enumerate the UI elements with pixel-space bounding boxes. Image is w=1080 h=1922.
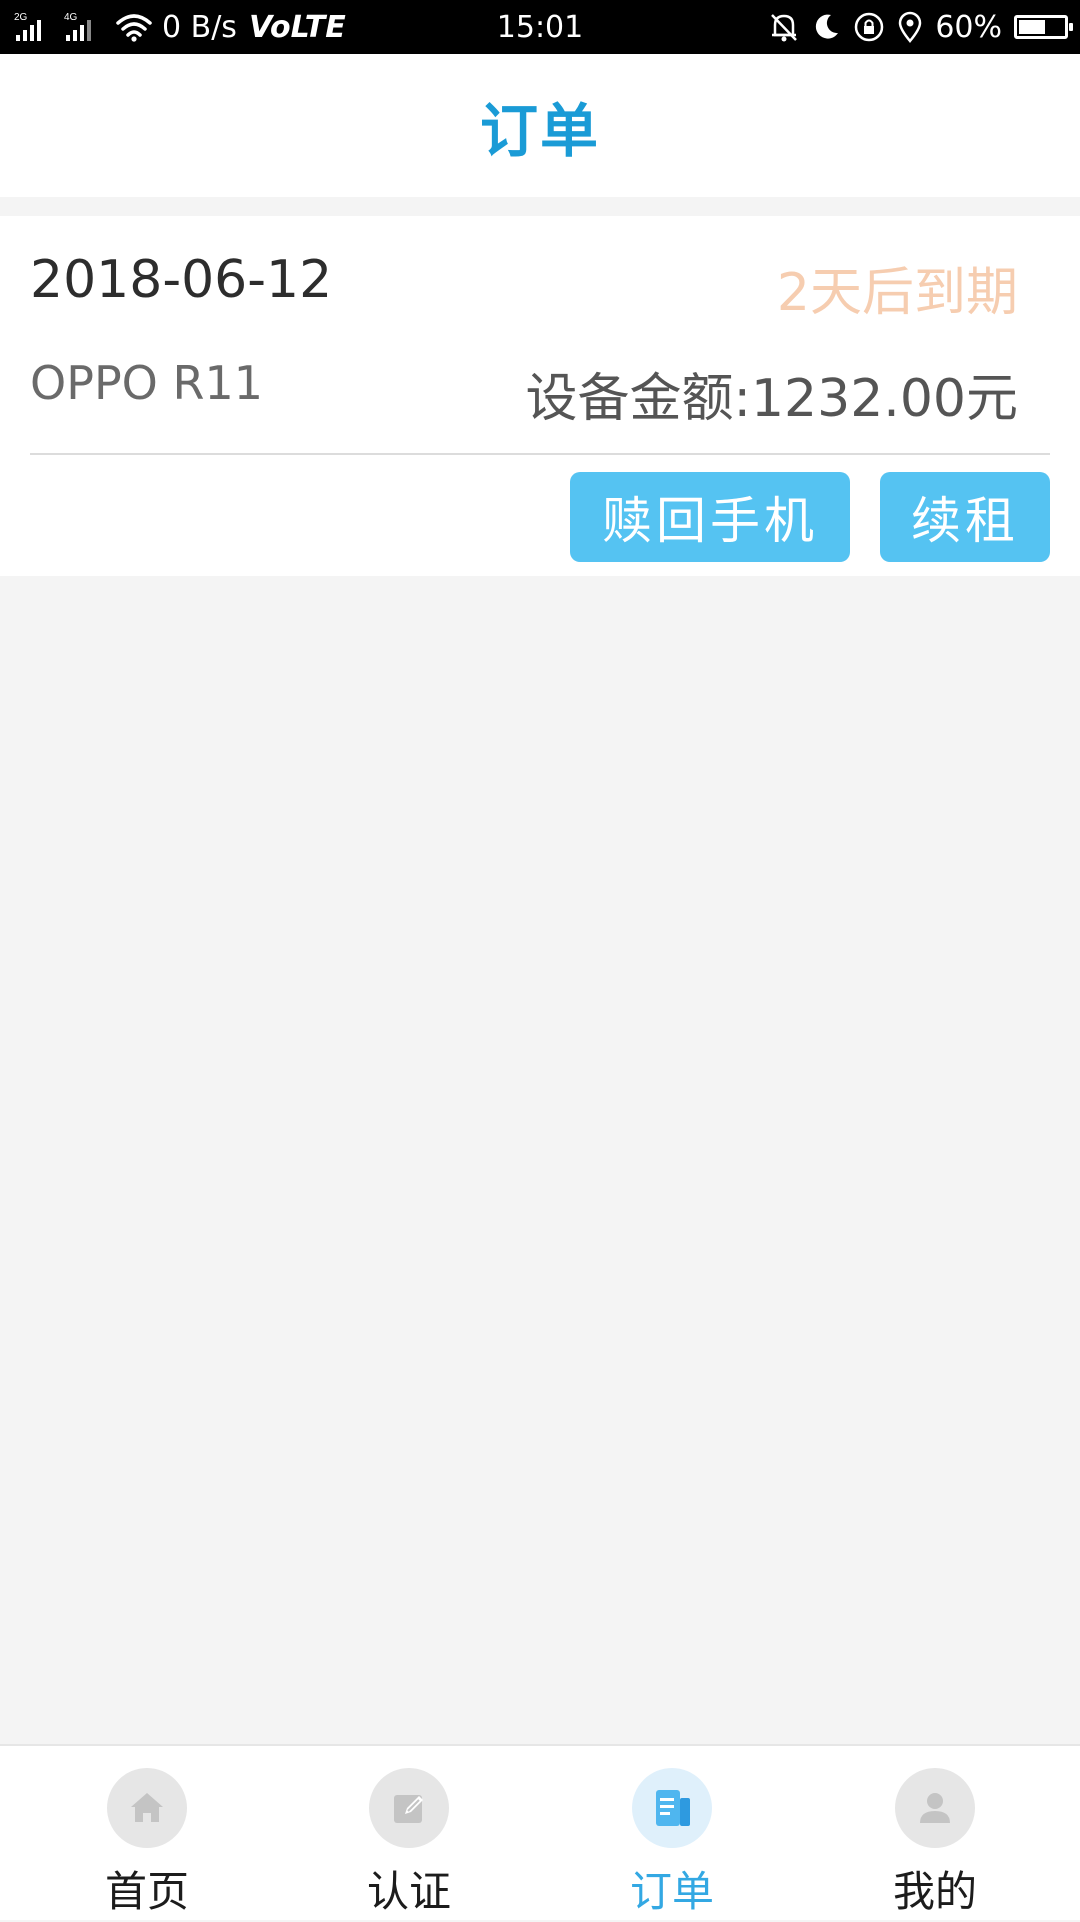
- user-icon: [920, 1793, 950, 1823]
- nav-item-mine[interactable]: 我的: [800, 1746, 1070, 1922]
- rotation-lock-icon: [855, 12, 884, 42]
- renew-lease-button[interactable]: 续租: [880, 472, 1050, 562]
- edit-icon: [394, 1795, 423, 1823]
- nav-item-orders[interactable]: 订单: [537, 1746, 807, 1922]
- nav-label-orders: 订单: [629, 1867, 714, 1916]
- edit-icon-wrap: [369, 1768, 449, 1848]
- battery-fill: [1019, 20, 1045, 34]
- order-icon-wrap: [632, 1768, 712, 1848]
- redeem-phone-button[interactable]: 赎回手机: [570, 472, 850, 562]
- battery-percent: 60%: [935, 9, 1002, 45]
- status-bar: 2G 4G 0 B/s VoLTE 15:01 60%: [0, 0, 1080, 54]
- bottom-nav: 首页 认证 订单 我的: [0, 1744, 1080, 1920]
- order-icon: [656, 1790, 690, 1826]
- order-date: 2018-06-12: [30, 250, 333, 310]
- nav-item-verify[interactable]: 认证: [274, 1746, 544, 1922]
- home-icon-wrap: [107, 1768, 187, 1848]
- order-expiry-status: 2天后到期: [776, 263, 1018, 323]
- bell-mute-icon: [771, 14, 798, 42]
- location-icon: [899, 11, 922, 43]
- order-device-amount: 设备金额:1232.00元: [525, 369, 1018, 429]
- page-title: 订单: [479, 96, 600, 165]
- nav-item-home[interactable]: 首页: [12, 1746, 282, 1922]
- nav-label-mine: 我的: [892, 1867, 977, 1916]
- home-icon: [131, 1793, 163, 1822]
- moon-icon: [816, 14, 839, 39]
- card-divider: [30, 453, 1050, 455]
- order-device-name: OPPO R11: [30, 356, 264, 410]
- nav-label-verify: 认证: [366, 1867, 451, 1916]
- page-header: 订单: [0, 54, 1080, 197]
- status-bar-right: 60%: [769, 0, 1073, 54]
- user-icon-wrap: [895, 1768, 975, 1848]
- nav-label-home: 首页: [104, 1867, 189, 1916]
- battery-icon: [1014, 15, 1073, 39]
- clock: 15:01: [496, 9, 584, 45]
